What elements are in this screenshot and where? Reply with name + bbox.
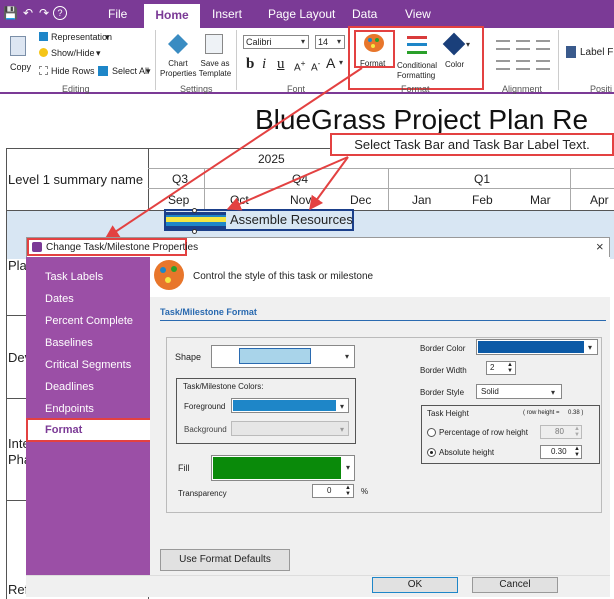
background-label: Background: [184, 425, 227, 434]
absolute-label: Absolute height: [439, 448, 495, 457]
palette-icon: [154, 260, 184, 290]
border-color-label: Border Color: [420, 344, 466, 353]
dialog-title: Change Task/Milestone Properties: [46, 242, 199, 253]
spin-icon[interactable]: ▲ ▼: [345, 485, 351, 497]
spin-icon: ▲ ▼: [574, 426, 580, 438]
use-format-defaults-button[interactable]: Use Format Defaults: [160, 549, 290, 571]
foreground-swatch: [233, 400, 336, 411]
arrow-to-dialog: [104, 67, 363, 239]
background-color-select[interactable]: [231, 421, 349, 436]
border-swatch: [478, 341, 584, 353]
percentage-radio[interactable]: [427, 428, 436, 437]
chevron-down-icon[interactable]: ▾: [551, 388, 555, 397]
sidebar-item-format[interactable]: Format: [26, 418, 153, 442]
fill-label: Fill: [178, 463, 190, 473]
percentage-label: Percentage of row height: [439, 428, 528, 437]
section-divider: [160, 320, 606, 321]
chevron-down-icon[interactable]: ▾: [340, 402, 344, 411]
chevron-down-icon[interactable]: ▾: [346, 463, 350, 472]
task-height-label: Task Height: [427, 409, 469, 418]
spin-icon[interactable]: ▲ ▼: [574, 446, 580, 458]
chevron-down-icon: ▾: [340, 425, 345, 434]
sidebar-item-task-labels[interactable]: Task Labels: [45, 271, 103, 283]
row-height-note: ( row height =: [523, 410, 560, 416]
sidebar-item-percent-complete[interactable]: Percent Complete: [45, 315, 133, 327]
percent-label: %: [361, 487, 369, 496]
dialog-header-text: Control the style of this task or milest…: [193, 271, 374, 282]
cancel-button[interactable]: Cancel: [472, 577, 558, 593]
shape-label: Shape: [175, 352, 202, 362]
border-style-select[interactable]: Solid: [476, 384, 562, 399]
sidebar-item-format-label: Format: [45, 424, 83, 436]
absolute-radio[interactable]: [427, 448, 436, 457]
sidebar-item-critical-segments[interactable]: Critical Segments: [45, 359, 131, 371]
transparency-label: Transparency: [178, 489, 227, 498]
shape-swatch: [239, 348, 311, 364]
chevron-down-icon[interactable]: ▾: [588, 343, 592, 352]
ok-button[interactable]: OK: [372, 577, 458, 593]
close-icon[interactable]: ×: [596, 239, 604, 254]
sidebar-item-endpoints[interactable]: Endpoints: [45, 403, 94, 415]
border-style-label: Border Style: [420, 388, 465, 397]
foreground-color-select[interactable]: [231, 398, 349, 413]
fill-color-select[interactable]: [211, 455, 355, 481]
colors-group-label: Task/Milestone Colors:: [183, 382, 264, 391]
row-height-value: 0.38 ): [568, 410, 584, 416]
shape-select[interactable]: [211, 345, 355, 368]
sidebar-item-deadlines[interactable]: Deadlines: [45, 381, 94, 393]
sidebar-item-baselines[interactable]: Baselines: [45, 337, 93, 349]
chevron-down-icon[interactable]: ▾: [345, 352, 349, 361]
spin-icon[interactable]: ▲ ▼: [507, 362, 513, 374]
border-width-label: Border Width: [420, 366, 467, 375]
fill-swatch: [213, 457, 341, 479]
app-icon: [32, 242, 42, 252]
foreground-label: Foreground: [184, 402, 226, 411]
sidebar-item-dates[interactable]: Dates: [45, 293, 74, 305]
border-color-select[interactable]: [476, 339, 598, 355]
section-title: Task/Milestone Format: [160, 307, 257, 317]
